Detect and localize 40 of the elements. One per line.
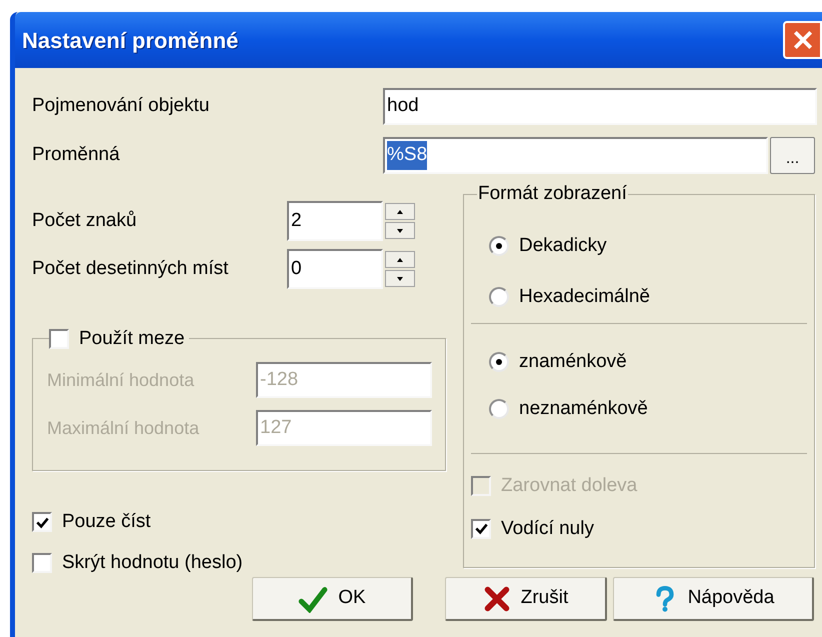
check-icon (36, 516, 48, 529)
radio-label: znaménkově (519, 350, 627, 374)
radio-label: neznaménkově (519, 396, 648, 420)
radio-label: Hexadecimálně (519, 284, 650, 308)
spin-buttons[interactable] (385, 251, 415, 287)
field-label: Maximální hodnota (47, 416, 200, 440)
radio-button[interactable] (489, 286, 509, 307)
cancel-button[interactable]: Zrušit (445, 577, 607, 621)
radio-button[interactable] (489, 236, 509, 256)
radio-button[interactable] (489, 398, 509, 419)
spin-buttons[interactable] (385, 203, 415, 239)
input-field[interactable]: %S8 (383, 137, 768, 174)
ok-button[interactable]: OK (252, 577, 413, 621)
window-title: Nastavení proměnné (22, 26, 238, 55)
checkbox[interactable] (471, 518, 491, 539)
checkbox-label: Použít meze (79, 327, 185, 351)
spinner-label: Počet znaků (32, 208, 138, 233)
close-button[interactable] (783, 21, 822, 59)
browse-button[interactable]: ... (770, 137, 815, 174)
checkbox-label: Vodící nuly (501, 516, 594, 540)
radio-button[interactable] (489, 352, 509, 372)
number-field[interactable]: 2 (287, 201, 383, 241)
checkbox[interactable] (32, 512, 52, 532)
checkbox-label: Skrýt hodnotu (heslo) (62, 550, 243, 574)
checkmark-icon (298, 584, 328, 612)
checkbox[interactable] (49, 329, 69, 350)
help-button[interactable]: Nápověda (613, 577, 814, 621)
field-label: Pojmenování objektu (32, 94, 210, 118)
field-label: Proměnná (32, 143, 121, 168)
input-field[interactable]: hod (383, 88, 817, 125)
field-label: Minimální hodnota (47, 368, 196, 392)
checkbox-label: Zarovnat doleva (501, 474, 638, 498)
check-icon (474, 522, 488, 536)
cross-icon (482, 584, 511, 612)
checkbox-label: Pouze číst (62, 510, 151, 534)
checkbox[interactable] (32, 552, 52, 573)
number-field[interactable]: 0 (287, 249, 383, 289)
spinner-label: Počet desetinných míst (32, 256, 230, 281)
close-icon (792, 29, 814, 51)
radio-label: Dekadicky (519, 234, 607, 258)
